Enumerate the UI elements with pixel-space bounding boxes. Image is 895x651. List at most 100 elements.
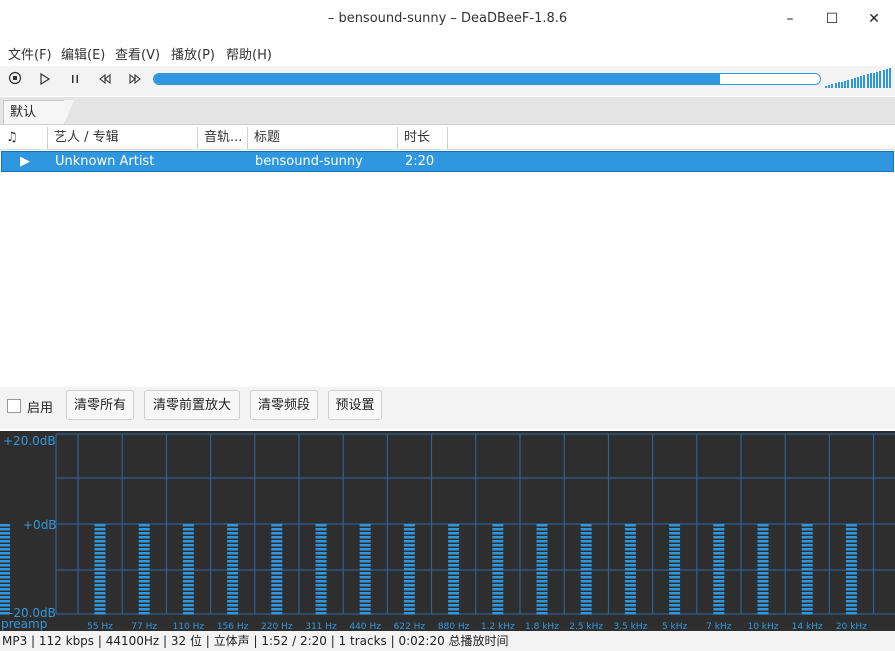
eq-bar-segment — [757, 576, 769, 579]
eq-bar-segment — [624, 612, 636, 615]
eq-bar-segment — [669, 560, 681, 563]
eq-bar-segment — [492, 612, 504, 615]
menu-help[interactable]: 帮助(H) — [226, 44, 272, 63]
eq-bar-segment — [271, 532, 283, 535]
eq-bar-segment — [227, 556, 239, 559]
volume-segment — [860, 76, 863, 88]
eq-bar-segment — [624, 604, 636, 607]
eq-bar-segment — [403, 588, 415, 591]
eq-bar-segment — [536, 548, 548, 551]
eq-bar-segment — [448, 552, 460, 555]
enable-label[interactable]: 启用 — [27, 397, 53, 416]
eq-bar-segment — [624, 560, 636, 563]
stop-icon[interactable] — [5, 71, 25, 91]
eq-bar-segment — [271, 548, 283, 551]
eq-bar-segment — [624, 596, 636, 599]
playlist-row[interactable]: ▶ Unknown Artist bensound-sunny 2:20 — [1, 151, 894, 172]
eq-bar-segment — [448, 576, 460, 579]
eq-bar-segment — [227, 552, 239, 555]
reset-preamp-button[interactable]: 清零前置放大 — [144, 390, 240, 420]
eq-bar-segment — [315, 532, 327, 535]
tab-default[interactable]: 默认 — [3, 100, 74, 124]
enable-checkbox[interactable] — [7, 399, 21, 413]
eq-bar-segment — [536, 576, 548, 579]
eq-bar-segment — [536, 564, 548, 567]
eq-band-bar — [315, 524, 327, 615]
eq-bar-segment — [359, 536, 371, 539]
menu-file[interactable]: 文件(F) — [8, 44, 52, 63]
pause-icon[interactable] — [65, 71, 85, 91]
eq-bar-segment — [492, 548, 504, 551]
eq-bar-segment — [138, 608, 150, 611]
eq-band-label: 55 Hz — [87, 622, 113, 631]
eq-bar-segment — [801, 556, 813, 559]
volume-segment — [885, 68, 888, 88]
eq-bar-segment — [580, 580, 592, 583]
minimize-button[interactable]: – — [778, 8, 802, 30]
volume-bar[interactable] — [825, 68, 893, 88]
eq-band-bar — [801, 524, 813, 615]
play-icon[interactable] — [35, 71, 55, 91]
now-playing-icon: ▶ — [20, 154, 30, 169]
column-track[interactable]: 音轨... — [198, 127, 248, 149]
maximize-button[interactable]: ☐ — [820, 8, 844, 30]
eq-bar-segment — [713, 580, 725, 583]
eq-bar-segment — [227, 608, 239, 611]
eq-bar-segment — [0, 588, 10, 591]
eq-bar-segment — [403, 576, 415, 579]
reset-all-button[interactable]: 清零所有 — [66, 390, 134, 420]
eq-bar-segment — [359, 524, 371, 527]
eq-bar-segment — [448, 532, 460, 535]
eq-bar-segment — [624, 580, 636, 583]
eq-bar-segment — [536, 584, 548, 587]
menu-playback[interactable]: 播放(P) — [171, 44, 215, 63]
eq-bar-segment — [271, 608, 283, 611]
equalizer-graph[interactable]: +20.0dB+0dB-20.0dBpreamp 55 Hz 77 Hz 110 Hz… — [0, 431, 895, 632]
eq-bar-segment — [624, 536, 636, 539]
eq-bar-segment — [359, 588, 371, 591]
eq-bar-segment — [359, 544, 371, 547]
eq-bar-segment — [315, 540, 327, 543]
eq-bar-segment — [757, 548, 769, 551]
playlist-column-header: ♫ 艺人 / 专辑 音轨... 标题 时长 — [0, 127, 895, 150]
prev-icon[interactable] — [95, 71, 115, 91]
eq-bar-segment — [801, 536, 813, 539]
eq-bar-segment — [669, 568, 681, 571]
eq-bar-segment — [580, 576, 592, 579]
eq-bar-segment — [227, 560, 239, 563]
column-title[interactable]: 标题 — [248, 127, 398, 149]
eq-bar-segment — [0, 528, 10, 531]
seek-bar[interactable] — [153, 73, 821, 85]
eq-bar-segment — [315, 596, 327, 599]
menu-edit[interactable]: 编辑(E) — [61, 44, 105, 63]
eq-bar-segment — [138, 540, 150, 543]
eq-bar-segment — [801, 540, 813, 543]
eq-bar-segment — [138, 584, 150, 587]
equalizer-toolbar: 启用 清零所有 清零前置放大 清零频段 预设置 — [0, 387, 895, 429]
column-artist-album[interactable]: 艺人 / 专辑 — [48, 127, 198, 149]
presets-button[interactable]: 预设置 — [328, 390, 382, 420]
menu-view[interactable]: 查看(V) — [115, 44, 160, 63]
eq-bar-segment — [403, 524, 415, 527]
eq-bar-segment — [182, 612, 194, 615]
eq-bar-segment — [492, 572, 504, 575]
eq-band-label: 2.5 kHz — [569, 622, 603, 631]
reset-bands-button[interactable]: 清零频段 — [250, 390, 318, 420]
eq-band-bar — [448, 524, 460, 615]
eq-bar-segment — [227, 580, 239, 583]
eq-bar-segment — [713, 600, 725, 603]
eq-bar-segment — [580, 584, 592, 587]
eq-bar-segment — [403, 580, 415, 583]
equalizer-panel[interactable]: +20.0dB +0dB -20.0dB preamp 55 Hz 77 Hz 110 Hz… — [0, 431, 895, 632]
eq-bar-segment — [492, 584, 504, 587]
eq-bar-segment — [801, 588, 813, 591]
close-button[interactable]: ✕ — [862, 8, 886, 30]
eq-bar-segment — [713, 552, 725, 555]
column-playing[interactable]: ♫ — [0, 127, 48, 149]
eq-bar-segment — [492, 556, 504, 559]
next-icon[interactable] — [125, 71, 145, 91]
eq-bar-segment — [227, 532, 239, 535]
eq-bar-segment — [669, 608, 681, 611]
eq-bar-segment — [845, 544, 857, 547]
column-duration[interactable]: 时长 — [398, 127, 448, 149]
